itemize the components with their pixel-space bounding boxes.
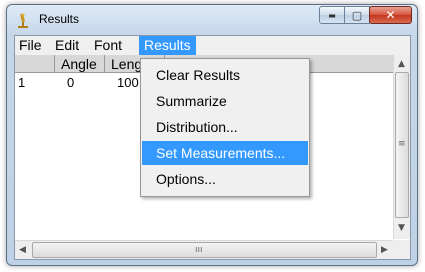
- menu-results[interactable]: Results: [139, 36, 196, 55]
- menu-item-clear-results[interactable]: Clear Results: [142, 63, 308, 87]
- maximize-icon: ▢: [351, 8, 363, 22]
- row-number-cell: 1: [18, 75, 26, 90]
- menu-bar: File Edit Font Results: [15, 36, 410, 55]
- close-button[interactable]: ✕: [369, 6, 412, 24]
- column-header-angle[interactable]: Angle: [55, 55, 105, 73]
- length-cell: 100: [117, 75, 139, 90]
- scroll-up-icon[interactable]: ▲: [398, 59, 405, 69]
- menu-item-set-measurements[interactable]: Set Measurements...: [142, 141, 308, 165]
- column-header-row-number[interactable]: [15, 55, 55, 73]
- scroll-right-icon[interactable]: ▶: [381, 245, 388, 255]
- window-title: Results: [39, 12, 80, 26]
- microscope-icon: [18, 13, 28, 28]
- close-icon: ✕: [385, 8, 396, 22]
- maximize-button[interactable]: ▢: [344, 6, 370, 24]
- menu-item-summarize[interactable]: Summarize: [142, 89, 308, 113]
- vertical-scrollbar[interactable]: ▲ ≡ ▼: [393, 55, 410, 239]
- minimize-button[interactable]: ▬: [319, 6, 345, 24]
- angle-cell: 0: [67, 75, 75, 90]
- menu-file[interactable]: File: [19, 36, 42, 55]
- vertical-grip-icon: ≡: [398, 139, 406, 149]
- vertical-scroll-thumb[interactable]: ≡: [395, 72, 409, 218]
- scrollbar-corner: [393, 240, 410, 259]
- horizontal-scroll-thumb[interactable]: ııı: [32, 242, 377, 258]
- menu-font[interactable]: Font: [94, 36, 122, 55]
- menu-item-distribution[interactable]: Distribution...: [142, 115, 308, 139]
- title-bar[interactable]: Results ▬ ▢ ✕: [7, 5, 417, 35]
- horizontal-grip-icon: ııı: [195, 245, 203, 255]
- scroll-down-icon[interactable]: ▼: [398, 223, 405, 233]
- menu-edit[interactable]: Edit: [55, 36, 79, 55]
- menu-item-options[interactable]: Options...: [142, 167, 308, 191]
- results-menu-dropdown: Clear Results Summarize Distribution... …: [140, 58, 310, 197]
- scroll-left-icon[interactable]: ◀: [19, 245, 26, 255]
- minimize-icon: ▬: [328, 10, 336, 20]
- horizontal-scrollbar[interactable]: ◀ ııı ▶: [15, 240, 394, 259]
